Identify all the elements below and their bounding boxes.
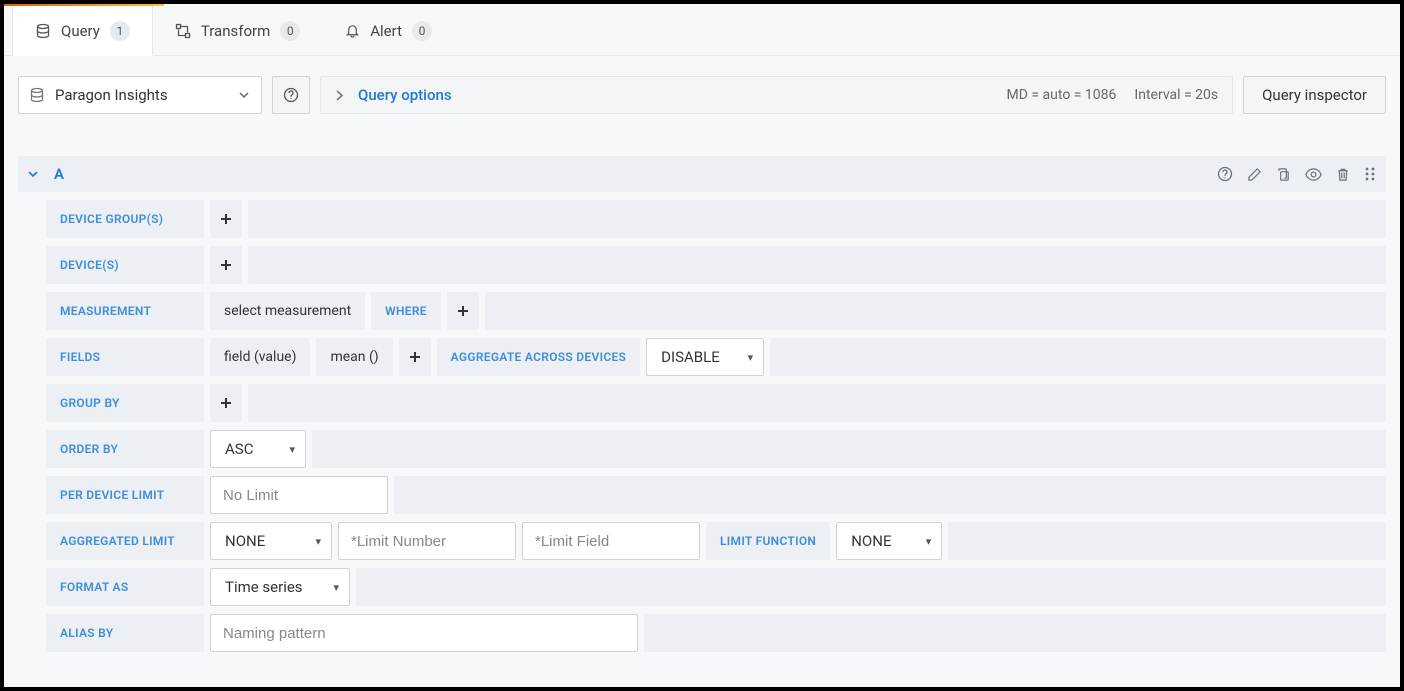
format-as-area bbox=[356, 568, 1386, 606]
query-options-bar[interactable]: Query options MD = auto = 1086 Interval … bbox=[320, 76, 1233, 114]
label-aggregated-limit: AGGREGATED LIMIT bbox=[46, 522, 204, 560]
fields-area bbox=[770, 338, 1386, 376]
field-value-chip[interactable]: field (value) bbox=[210, 338, 310, 376]
database-icon bbox=[35, 23, 51, 39]
tab-transform-label: Transform bbox=[201, 22, 270, 40]
chevron-down-icon: ▾ bbox=[748, 351, 754, 364]
tab-query-label: Query bbox=[61, 22, 100, 40]
limit-field-input[interactable] bbox=[522, 522, 700, 560]
label-fields: FIELDS bbox=[46, 338, 204, 376]
limit-number-input[interactable] bbox=[338, 522, 516, 560]
bell-icon bbox=[344, 23, 360, 39]
query-inspector-label: Query inspector bbox=[1262, 86, 1367, 104]
agg-limit-area bbox=[948, 522, 1386, 560]
tab-query[interactable]: Query 1 bbox=[12, 6, 153, 56]
stat-interval: Interval = 20s bbox=[1134, 87, 1218, 103]
label-device-groups: DEVICE GROUP(S) bbox=[46, 200, 204, 238]
label-aggregate-across: AGGREGATE ACROSS DEVICES bbox=[437, 338, 641, 376]
aggregate-across-value: DISABLE bbox=[661, 348, 720, 366]
tab-transform-count: 0 bbox=[280, 21, 300, 41]
where-area[interactable] bbox=[485, 292, 1386, 330]
measurement-select[interactable]: select measurement bbox=[210, 292, 365, 330]
label-group-by: GROUP BY bbox=[46, 384, 204, 422]
per-device-limit-input[interactable] bbox=[210, 476, 388, 514]
aggregated-limit-select[interactable]: NONE ▾ bbox=[210, 522, 332, 560]
chevron-down-icon: ▾ bbox=[315, 535, 321, 548]
per-device-limit-area bbox=[394, 476, 1386, 514]
query-letter: A bbox=[54, 165, 64, 183]
datasource-name: Paragon Insights bbox=[55, 86, 168, 104]
label-devices: DEVICE(S) bbox=[46, 246, 204, 284]
order-by-value: ASC bbox=[225, 440, 253, 458]
tab-transform[interactable]: Transform 0 bbox=[153, 6, 322, 56]
transform-icon bbox=[175, 23, 191, 39]
chevron-down-icon: ▾ bbox=[289, 443, 295, 456]
datasource-select[interactable]: Paragon Insights bbox=[18, 76, 262, 114]
label-order-by: ORDER BY bbox=[46, 430, 204, 468]
label-where: WHERE bbox=[371, 292, 441, 330]
chevron-down-icon: ▾ bbox=[926, 535, 932, 548]
query-inspector-button[interactable]: Query inspector bbox=[1243, 76, 1386, 114]
editor-tabs: Query 1 Transform 0 Alert bbox=[4, 6, 1400, 56]
aggregated-limit-value: NONE bbox=[225, 532, 265, 550]
query-help-button[interactable] bbox=[1217, 166, 1233, 182]
device-groups-area[interactable] bbox=[248, 200, 1386, 238]
add-where-button[interactable] bbox=[447, 292, 479, 330]
label-format-as: FORMAT AS bbox=[46, 568, 204, 606]
query-copy-button[interactable] bbox=[1276, 166, 1291, 182]
format-as-select[interactable]: Time series ▾ bbox=[210, 568, 350, 606]
label-alias-by: ALIAS BY bbox=[46, 614, 204, 652]
help-icon bbox=[283, 87, 299, 103]
aggregate-across-select[interactable]: DISABLE ▾ bbox=[646, 338, 764, 376]
label-measurement: MEASUREMENT bbox=[46, 292, 204, 330]
tab-alert-count: 0 bbox=[412, 21, 432, 41]
label-limit-function: LIMIT FUNCTION bbox=[706, 522, 830, 560]
format-as-value: Time series bbox=[225, 578, 303, 596]
chevron-right-icon bbox=[335, 90, 344, 101]
add-device-button[interactable] bbox=[210, 246, 242, 284]
order-by-select[interactable]: ASC ▾ bbox=[210, 430, 306, 468]
query-row-header[interactable]: A bbox=[18, 156, 1386, 192]
query-drag-handle[interactable] bbox=[1364, 166, 1376, 182]
tab-alert-label: Alert bbox=[370, 22, 402, 40]
query-options-label: Query options bbox=[358, 86, 452, 104]
tab-query-count: 1 bbox=[110, 21, 130, 41]
field-mean-chip[interactable]: mean () bbox=[316, 338, 392, 376]
devices-area[interactable] bbox=[248, 246, 1386, 284]
stat-md: MD = auto = 1086 bbox=[1007, 87, 1117, 103]
order-by-area bbox=[312, 430, 1386, 468]
datasource-help-button[interactable] bbox=[272, 76, 310, 114]
database-icon bbox=[29, 87, 45, 103]
label-per-device-limit: PER DEVICE LIMIT bbox=[46, 476, 204, 514]
add-field-button[interactable] bbox=[399, 338, 431, 376]
query-visibility-button[interactable] bbox=[1305, 166, 1322, 182]
add-group-by-button[interactable] bbox=[210, 384, 242, 422]
tab-alert[interactable]: Alert 0 bbox=[322, 6, 454, 56]
add-device-group-button[interactable] bbox=[210, 200, 242, 238]
query-edit-button[interactable] bbox=[1247, 166, 1262, 182]
query-toolbar: Paragon Insights Query options MD = auto… bbox=[4, 56, 1400, 126]
limit-function-value: NONE bbox=[851, 532, 891, 550]
chevron-down-icon bbox=[28, 169, 38, 179]
alias-by-area bbox=[644, 614, 1386, 652]
query-delete-button[interactable] bbox=[1336, 166, 1350, 182]
chevron-down-icon bbox=[239, 90, 249, 100]
limit-function-select[interactable]: NONE ▾ bbox=[836, 522, 942, 560]
group-by-area[interactable] bbox=[248, 384, 1386, 422]
chevron-down-icon: ▾ bbox=[333, 581, 339, 594]
alias-by-input[interactable] bbox=[210, 614, 638, 652]
